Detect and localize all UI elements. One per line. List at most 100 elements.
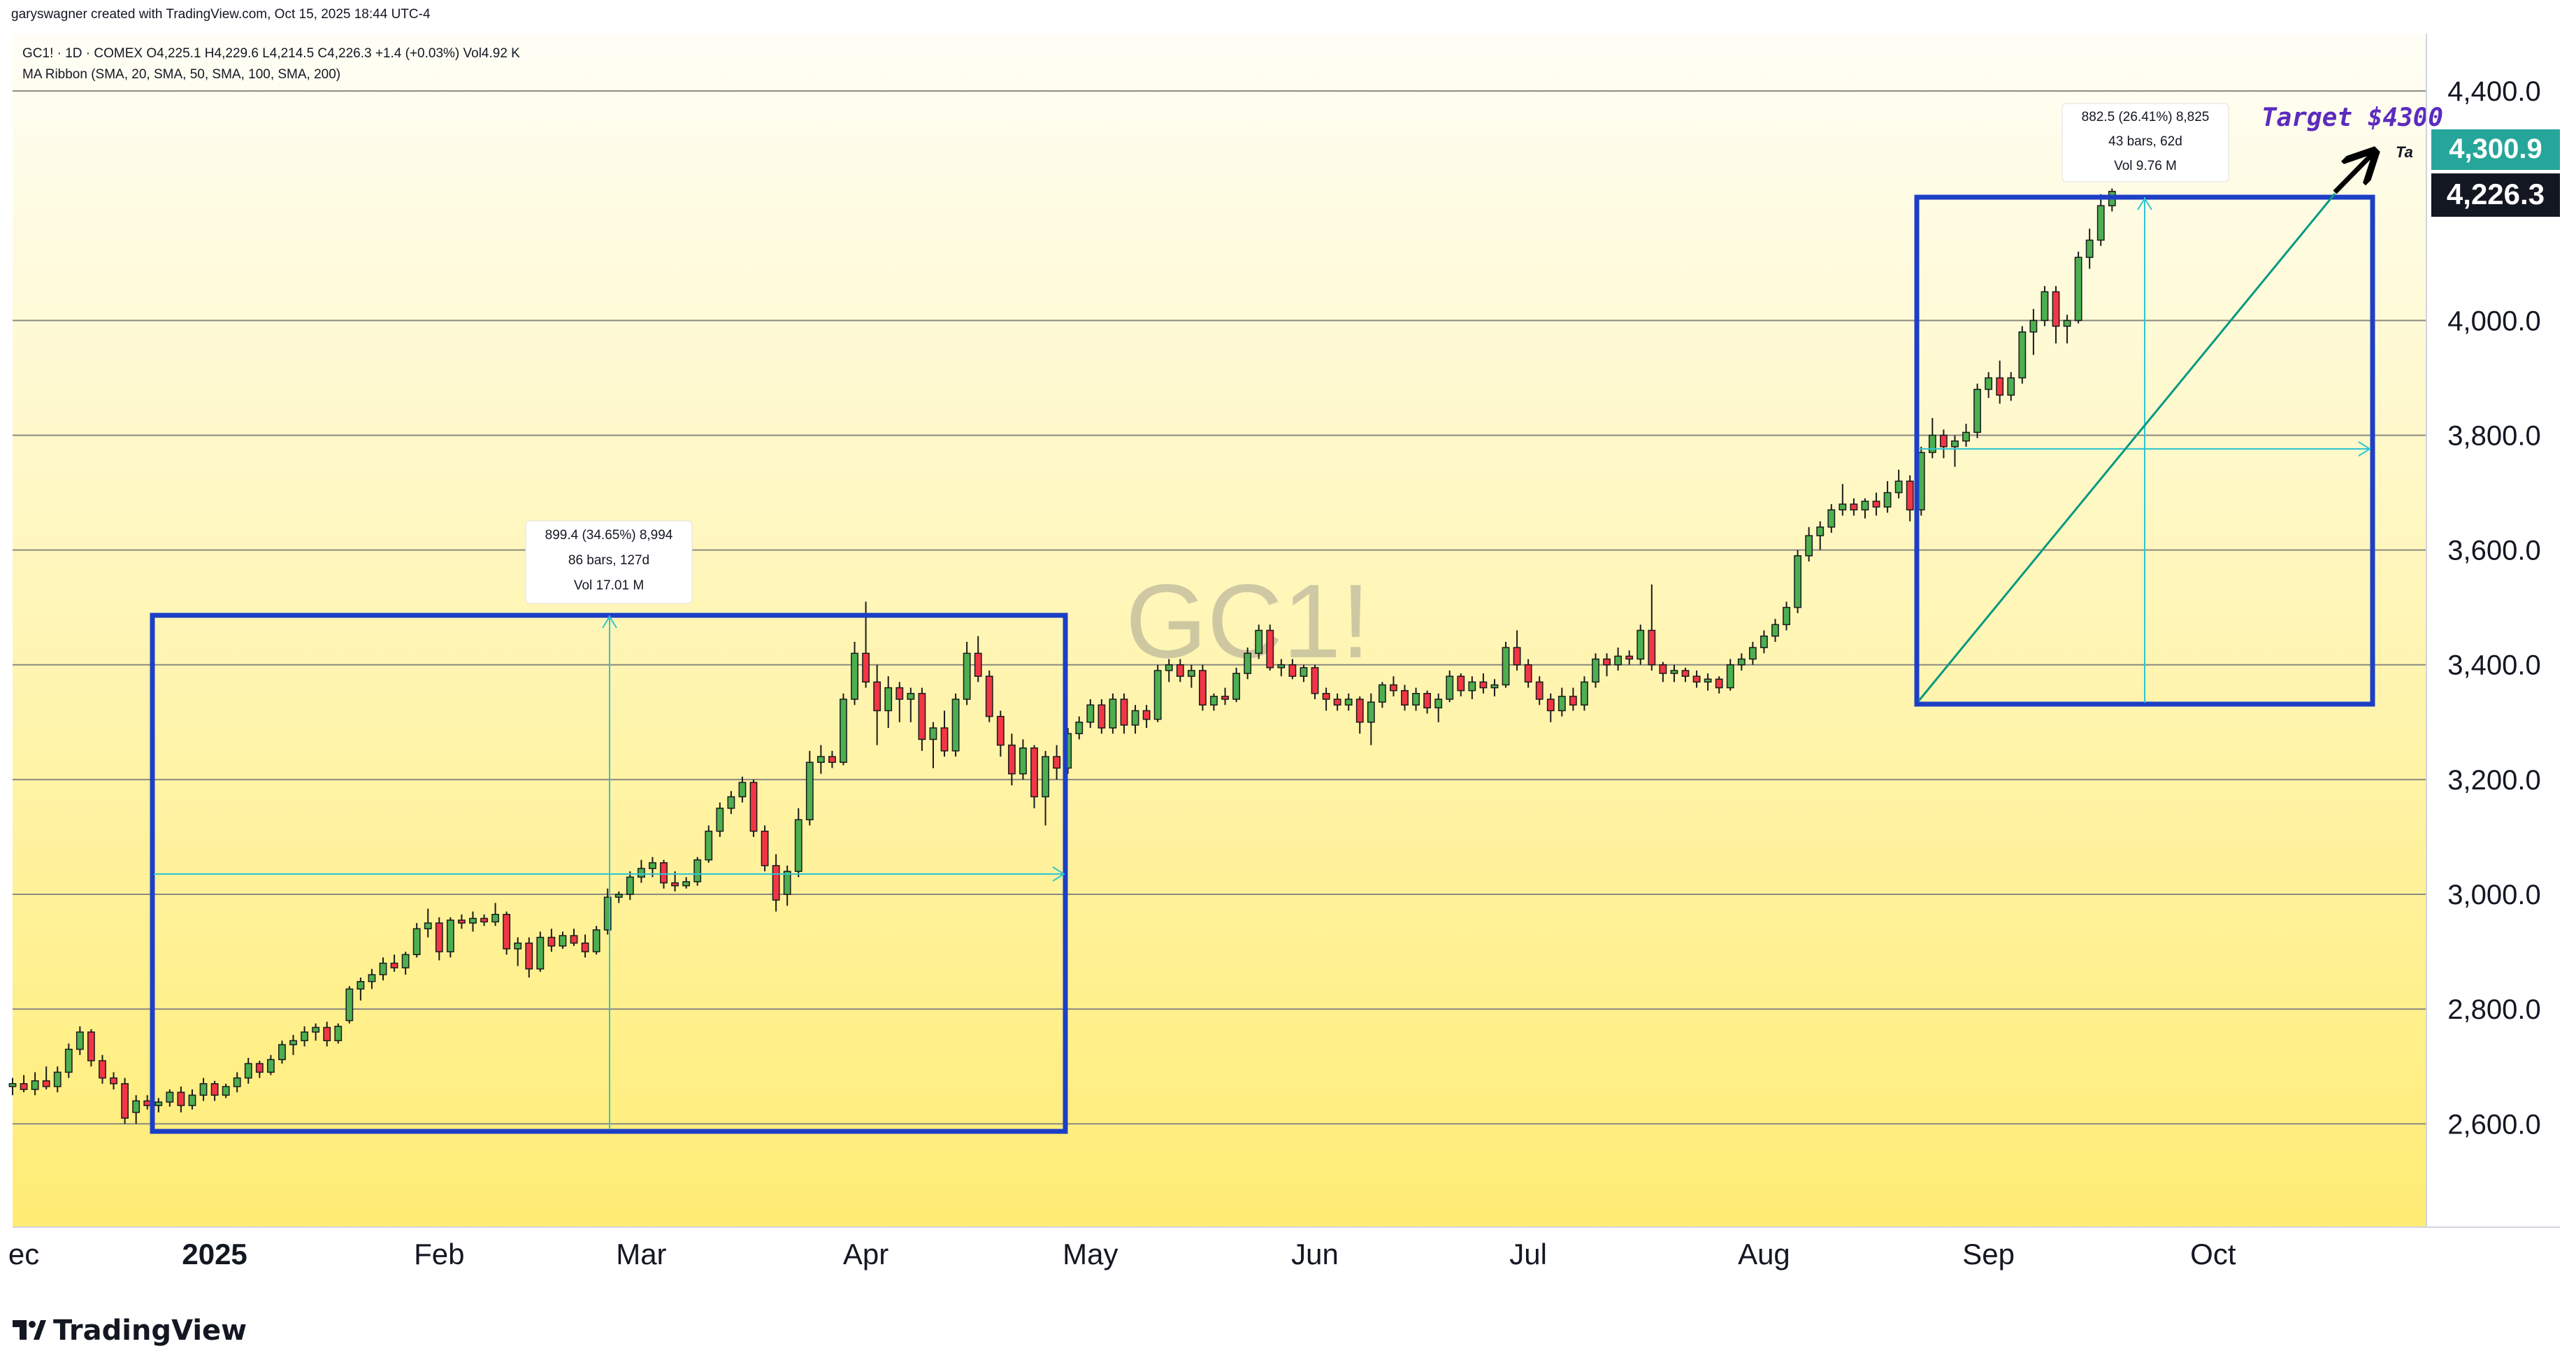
y-tick-label: 4,400.0 xyxy=(2447,76,2540,107)
candle-body xyxy=(1513,647,1521,666)
candle-body xyxy=(412,928,421,955)
candle-body xyxy=(1906,480,1914,510)
candle-body xyxy=(222,1086,230,1096)
candle-body xyxy=(154,1101,163,1106)
candle-body xyxy=(1221,696,1229,700)
candle-body xyxy=(581,943,589,952)
target-tag: Ta xyxy=(2396,143,2413,161)
candle-body xyxy=(20,1083,28,1090)
candle-body xyxy=(1490,684,1499,689)
candle xyxy=(985,670,993,722)
candle-body xyxy=(1872,501,1880,508)
candle-body xyxy=(8,1083,17,1087)
candle xyxy=(1266,624,1274,671)
candle-body xyxy=(379,962,387,975)
candle xyxy=(761,825,769,872)
candle-body xyxy=(110,1077,117,1085)
target-text: Target $4300 xyxy=(2261,103,2443,132)
candle xyxy=(446,917,454,958)
candle-body xyxy=(816,756,825,764)
price-axis[interactable]: 2,600.0 2,800.0 3,000.0 3,200.0 3,400.0 3,600… xyxy=(2447,76,2540,1140)
candle xyxy=(536,931,545,972)
candle-body xyxy=(1479,681,1488,689)
candle-body xyxy=(2029,320,2038,333)
candle-body xyxy=(1928,434,1936,453)
candle xyxy=(1502,641,1510,688)
candle-body xyxy=(974,652,982,677)
candle-body xyxy=(1210,696,1218,706)
measure2-line2: 43 bars, 62d xyxy=(2108,134,2182,149)
candle xyxy=(805,750,814,826)
candle-body xyxy=(626,876,634,895)
svg-text:4,300.9: 4,300.9 xyxy=(2449,134,2542,164)
candle-body xyxy=(289,1040,297,1045)
candle xyxy=(693,857,702,886)
candle-body xyxy=(749,782,758,832)
candle-body xyxy=(121,1083,129,1119)
candle-body xyxy=(1300,667,1308,677)
candle-body xyxy=(87,1031,95,1061)
candle-body xyxy=(1760,635,1768,648)
candle-body xyxy=(1951,440,1959,448)
x-tick-label: May xyxy=(1063,1238,1118,1271)
candle xyxy=(503,911,511,955)
candle-body xyxy=(1030,747,1038,798)
tradingview-logo[interactable]: TradingView xyxy=(13,1315,247,1347)
candle-body xyxy=(278,1044,286,1061)
candle-body xyxy=(401,954,410,968)
candle-body xyxy=(1894,480,1903,494)
candle-body xyxy=(840,699,847,764)
candle-body xyxy=(2063,320,2071,327)
candle-body xyxy=(1199,670,1207,706)
candle-body xyxy=(1636,629,1645,660)
candle xyxy=(334,1023,343,1044)
tradingview-logo-icon xyxy=(13,1320,46,1340)
candle-body xyxy=(323,1026,331,1042)
candle-body xyxy=(99,1060,106,1079)
candle xyxy=(2041,286,2049,327)
candle xyxy=(121,1078,129,1124)
candle-body xyxy=(693,859,702,882)
candle-body xyxy=(951,699,960,752)
chart-canvas[interactable]: GC1! 899.4 (34.65%) 8,994 86 bars, 127d … xyxy=(0,0,2576,1367)
candle-body xyxy=(480,917,488,923)
candle-body xyxy=(1446,675,1454,700)
y-tick-label: 2,600.0 xyxy=(2447,1109,2540,1140)
measure1-line2: 86 bars, 127d xyxy=(568,553,649,568)
candle xyxy=(1153,664,1162,722)
candle xyxy=(749,779,758,837)
candle-body xyxy=(772,865,780,901)
candle-body xyxy=(357,981,365,990)
candle-body xyxy=(929,727,937,740)
candle-body xyxy=(1457,675,1465,692)
candle-body xyxy=(132,1100,141,1113)
candle-body xyxy=(210,1083,219,1096)
candle-body xyxy=(31,1080,39,1090)
price-label-last: 4,226.3 xyxy=(2431,173,2560,217)
x-tick-label: ec xyxy=(8,1238,39,1271)
candle-body xyxy=(805,761,814,821)
candle-body xyxy=(1614,655,1622,666)
candle-body xyxy=(1176,664,1184,677)
candle-body xyxy=(1244,652,1252,674)
candle-body xyxy=(2052,291,2060,327)
candle-body xyxy=(1794,555,1802,608)
candle-body xyxy=(2041,291,2049,322)
candle-body xyxy=(1569,696,1577,706)
candle-body xyxy=(525,943,533,970)
x-tick-label: 2025 xyxy=(182,1238,247,1271)
candle-body xyxy=(75,1031,84,1050)
candle-body xyxy=(1333,699,1341,706)
candle-body xyxy=(1007,744,1016,775)
candle-body xyxy=(2007,377,2015,396)
candle-body xyxy=(166,1092,174,1103)
candle-body xyxy=(1098,704,1106,729)
candle-body xyxy=(1075,722,1084,734)
candle-body xyxy=(895,687,904,700)
candle-body xyxy=(1086,704,1095,723)
measure1-line3: Vol 17.01 M xyxy=(574,578,644,593)
candle-body xyxy=(1839,503,1847,510)
candle-body xyxy=(1524,664,1532,683)
candle-body xyxy=(2018,331,2027,379)
candle-body xyxy=(918,693,926,740)
